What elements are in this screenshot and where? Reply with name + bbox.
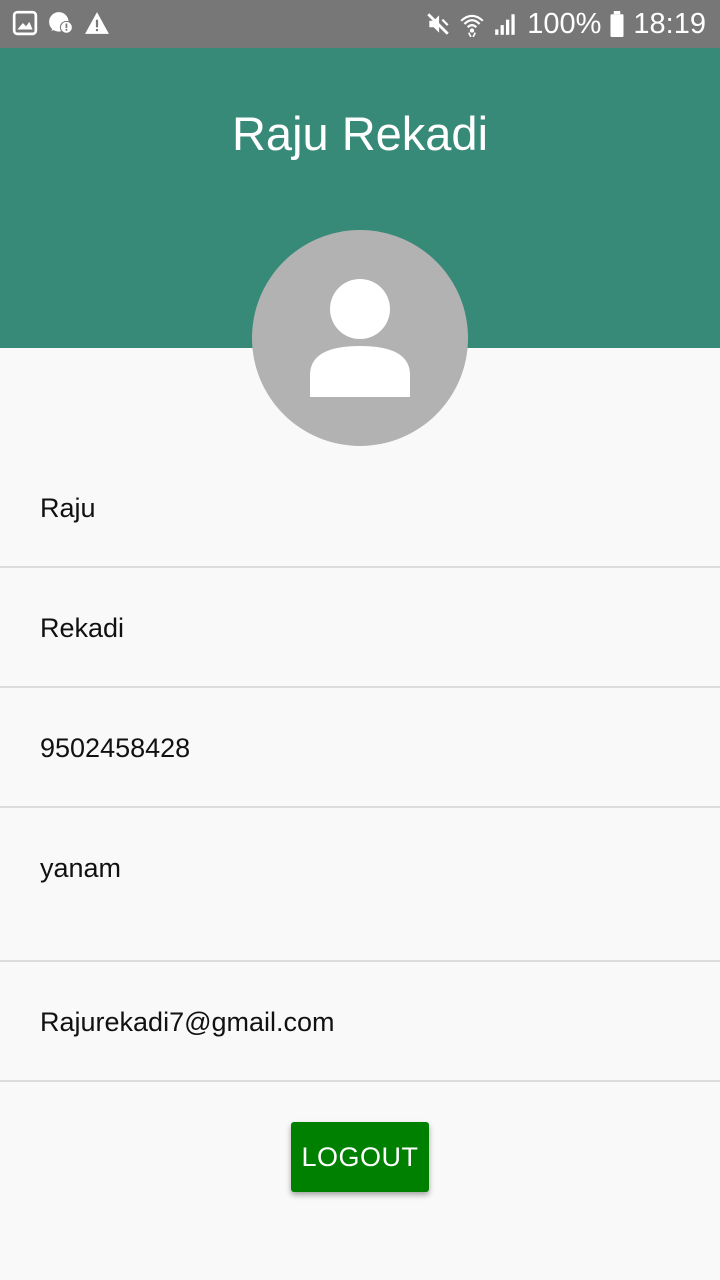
email-field: Rajurekadi7@gmail.com xyxy=(0,962,720,1082)
first-name-value: Raju xyxy=(40,493,96,523)
profile-title: Raju Rekadi xyxy=(231,107,489,160)
last-name-field: Rekadi xyxy=(0,568,720,688)
phone-value: 9502458428 xyxy=(40,733,191,763)
avatar[interactable] xyxy=(252,230,468,446)
person-icon xyxy=(310,279,410,397)
logout-button[interactable]: LOGOUT xyxy=(291,1122,429,1192)
phone-field: 9502458428 xyxy=(0,688,720,808)
mute-icon xyxy=(425,11,451,37)
city-value: yanam xyxy=(40,853,122,883)
warning-icon xyxy=(84,10,110,36)
status-bar-notifications xyxy=(12,10,110,36)
city-field: yanam xyxy=(0,808,720,962)
first-name-field: Raju xyxy=(0,446,720,568)
last-name-value: Rekadi xyxy=(40,613,125,643)
battery-percent: 100% xyxy=(527,8,602,40)
image-icon xyxy=(12,10,38,36)
status-bar-system: 100% 18:19 xyxy=(425,6,706,42)
wifi-icon xyxy=(459,11,485,37)
status-bar: 100% 18:19 xyxy=(0,0,720,48)
battery-icon xyxy=(609,11,625,37)
signal-icon xyxy=(493,11,519,37)
chat-alert-icon xyxy=(48,10,74,36)
clock: 18:19 xyxy=(633,8,706,40)
divider xyxy=(0,1080,720,1082)
email-value: Rajurekadi7@gmail.com xyxy=(40,1007,335,1037)
